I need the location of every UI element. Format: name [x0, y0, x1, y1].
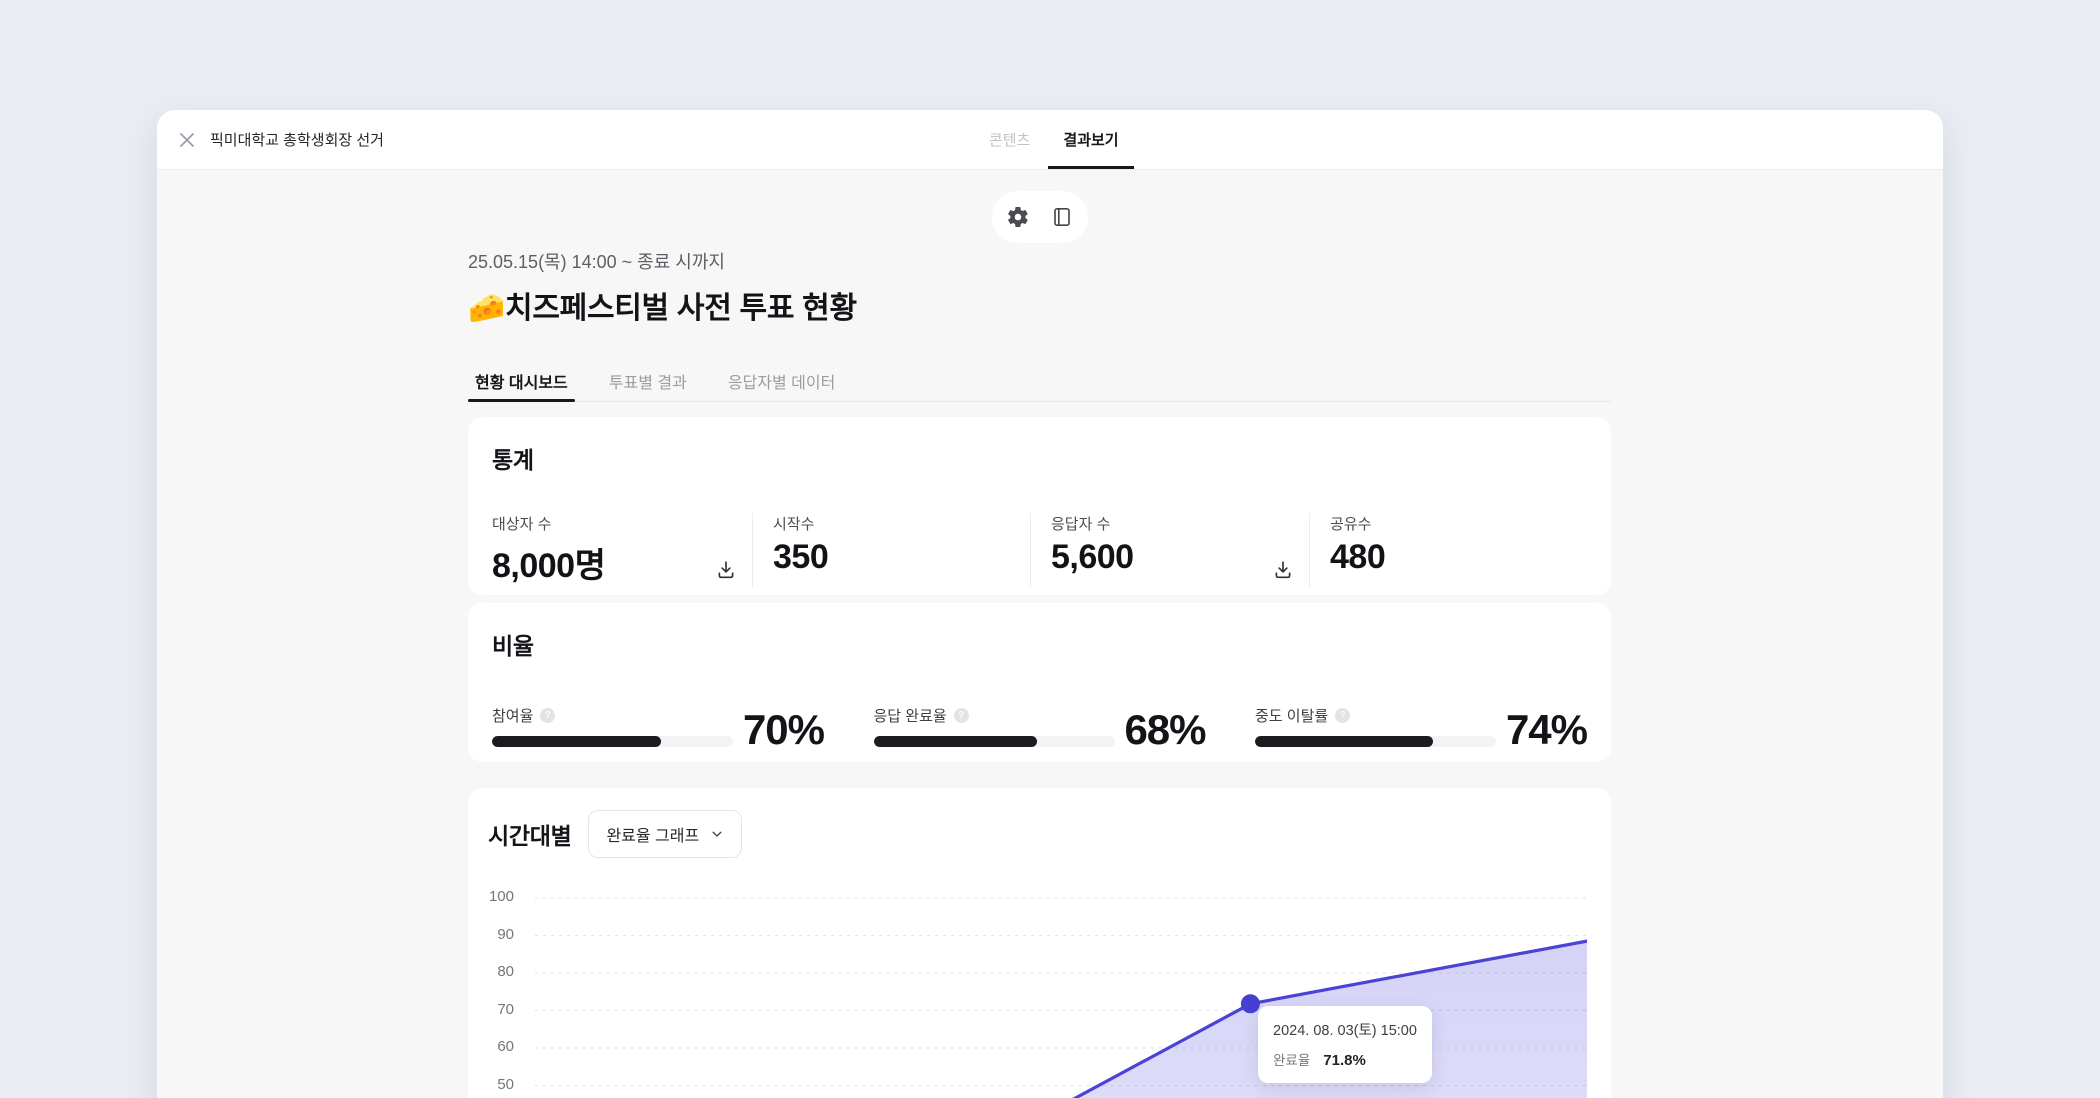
tooltip-value: 71.8% [1323, 1052, 1366, 1069]
topbar-tabs: 콘텐츠 결과보기 [987, 110, 1134, 169]
help-icon[interactable]: ? [1335, 708, 1350, 723]
page-title: 🧀치즈페스티벌 사전 투표 현황 [468, 283, 1611, 327]
download-icon [715, 559, 737, 581]
help-icon[interactable]: ? [954, 708, 969, 723]
stats-heading: 통계 [492, 441, 1587, 475]
ratio-label: 참여율 [492, 705, 533, 726]
ratio-value: 74% [1506, 713, 1587, 747]
stat-label: 시작수 [773, 513, 1030, 534]
y-axis-tick-label: 60 [488, 1038, 514, 1055]
graph-type-dropdown[interactable]: 완료율 그래프 [588, 810, 742, 858]
stat-label: 대상자 수 [492, 513, 752, 534]
survey-period: 25.05.15(목) 14:00 ~ 종료 시까지 [468, 248, 1611, 274]
stat-respondents: 응답자 수 5,600 [1030, 513, 1309, 587]
chevron-down-icon [710, 827, 724, 841]
stat-value: 350 [773, 538, 1030, 577]
close-icon [177, 130, 197, 150]
content-column: 25.05.15(목) 14:00 ~ 종료 시까지 🧀치즈페스티벌 사전 투표… [468, 191, 1611, 1098]
y-axis-tick-label: 90 [488, 926, 514, 943]
tab-respondent-data[interactable]: 응답자별 데이터 [721, 360, 843, 401]
progress-bar [492, 736, 733, 747]
timeline-heading: 시간대별 [488, 817, 571, 851]
ratio-participation: 참여율 ? 70% [492, 705, 824, 747]
ratio-heading: 비율 [492, 627, 1587, 661]
page-background: 픽미대학교 총학생회장 선거 콘텐츠 결과보기 [0, 0, 2100, 1098]
ratio-label: 응답 완료율 [874, 705, 947, 726]
y-axis-tick-label: 80 [488, 963, 514, 980]
ratio-card: 비율 참여율 ? [468, 603, 1611, 762]
ratio-left: 응답 완료율 ? [874, 705, 1115, 747]
survey-results-window: 픽미대학교 총학생회장 선거 콘텐츠 결과보기 [157, 110, 1943, 1098]
y-axis-tick-label: 50 [488, 1076, 514, 1093]
highlighted-data-point[interactable] [1241, 994, 1260, 1013]
download-respondents-button[interactable] [1271, 559, 1295, 583]
settings-button[interactable] [1004, 203, 1032, 231]
stat-label: 응답자 수 [1051, 513, 1309, 534]
ratio-value: 70% [743, 713, 824, 747]
gear-icon [1006, 205, 1030, 229]
dashboard-tabs: 현황 대시보드 투표별 결과 응답자별 데이터 [468, 360, 1611, 402]
progress-fill [1255, 736, 1433, 747]
close-button[interactable] [170, 123, 204, 157]
tab-contents[interactable]: 콘텐츠 [987, 110, 1032, 169]
book-button[interactable] [1048, 203, 1076, 231]
ratio-left: 중도 이탈률 ? [1255, 705, 1496, 747]
window-title: 픽미대학교 총학생회장 선거 [210, 129, 384, 150]
timeline-plot: 2024. 08. 03(토) 15:00 완료율 71.8% 100 90 80 7… [488, 872, 1591, 1098]
stat-shares: 공유수 480 [1309, 513, 1587, 587]
stat-value: 480 [1330, 538, 1587, 577]
stat-label: 공유수 [1330, 513, 1587, 534]
action-pill [992, 191, 1088, 243]
y-axis-tick-label: 100 [488, 888, 514, 905]
timeline-header: 시간대별 완료율 그래프 [488, 810, 1591, 858]
tab-view-results[interactable]: 결과보기 [1048, 110, 1133, 169]
ratio-left: 참여율 ? [492, 705, 733, 747]
tab-results-by-vote[interactable]: 투표별 결과 [602, 360, 694, 401]
tab-status-dashboard[interactable]: 현황 대시보드 [468, 360, 575, 401]
download-icon [1272, 559, 1294, 581]
download-targets-button[interactable] [714, 559, 738, 583]
ratio-row: 참여율 ? 70% [492, 705, 1587, 747]
graph-type-value: 완료율 그래프 [606, 822, 699, 846]
stats-card: 통계 대상자 수 8,000명 시작수 [468, 417, 1611, 595]
stats-row: 대상자 수 8,000명 시작수 350 [492, 513, 1587, 587]
ratio-dropout: 중도 이탈률 ? 74% [1255, 705, 1587, 747]
chart-tooltip: 2024. 08. 03(토) 15:00 완료율 71.8% [1258, 1006, 1432, 1083]
ratio-completion: 응답 완료율 ? 68% [874, 705, 1206, 747]
help-icon[interactable]: ? [540, 708, 555, 723]
stat-starts: 시작수 350 [752, 513, 1030, 587]
stat-value: 8,000명 [492, 538, 752, 587]
book-icon [1050, 205, 1074, 229]
stat-targets: 대상자 수 8,000명 [492, 513, 752, 587]
progress-fill [874, 736, 1038, 747]
progress-fill [492, 736, 661, 747]
progress-bar [874, 736, 1115, 747]
completion-area-fill [909, 941, 1588, 1098]
window-topbar: 픽미대학교 총학생회장 선거 콘텐츠 결과보기 [157, 110, 1943, 170]
progress-bar [1255, 736, 1496, 747]
y-axis-tick-label: 70 [488, 1001, 514, 1018]
ratio-label: 중도 이탈률 [1255, 705, 1328, 726]
timeline-card: 시간대별 완료율 그래프 [468, 788, 1611, 1098]
tooltip-label: 완료율 [1273, 1049, 1310, 1069]
tooltip-datetime: 2024. 08. 03(토) 15:00 [1273, 1019, 1417, 1040]
content-area: 25.05.15(목) 14:00 ~ 종료 시까지 🧀치즈페스티벌 사전 투표… [157, 171, 1943, 1098]
ratio-value: 68% [1124, 713, 1205, 747]
